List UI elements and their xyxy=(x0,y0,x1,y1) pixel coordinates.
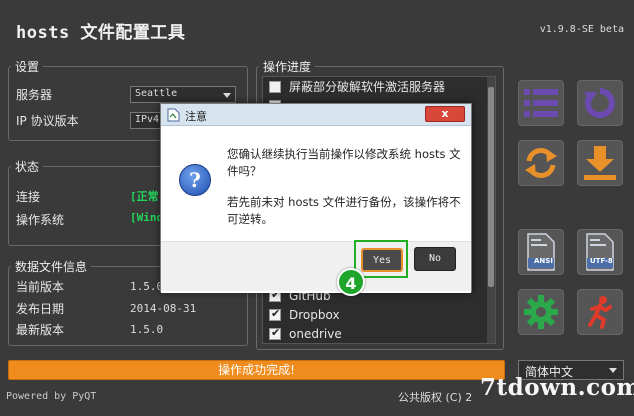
os-label: 操作系统 xyxy=(16,213,65,227)
operation-label: onedrive xyxy=(289,326,342,341)
list-icon xyxy=(524,89,558,117)
utf8-label: UTF-8 xyxy=(590,257,613,265)
server-label: 服务器 xyxy=(16,88,53,102)
operation-label: 屏蔽部分破解软件激活服务器 xyxy=(289,80,446,94)
ip-version-select-value: IPv4 xyxy=(135,114,160,125)
yes-button-highlight: Yes xyxy=(354,240,408,278)
chevron-down-icon xyxy=(609,368,617,373)
server-select-value: Seattle xyxy=(135,88,178,99)
connection-label: 连接 xyxy=(16,190,41,204)
running-man-icon xyxy=(588,296,612,329)
settings-legend: 设置 xyxy=(15,60,40,74)
watermark: 7tdown.com xyxy=(480,374,634,401)
operation-label: Dropbox xyxy=(289,307,340,322)
restore-button[interactable] xyxy=(577,80,623,126)
datafile-legend: 数据文件信息 xyxy=(15,260,88,274)
dialog-message-warning: 若先前未对 hosts 文件进行备份，该操作将不可逆转。 xyxy=(227,195,461,226)
dialog-message-confirm: 您确认继续执行当前操作以修改系统 hosts 文件吗？ xyxy=(227,147,461,178)
progress-bar: 操作成功完成! xyxy=(8,360,505,380)
operations-scrollbar[interactable] xyxy=(487,77,495,343)
file-utf8-icon xyxy=(586,233,614,271)
license-text: 公共版权 (C) 2 xyxy=(398,391,473,404)
operation-item[interactable]: onedrive xyxy=(263,324,495,343)
app-title: hosts 文件配置工具 xyxy=(16,23,186,43)
gear-icon xyxy=(524,295,558,329)
latest-version-label: 最新版本 xyxy=(16,323,65,337)
restore-icon xyxy=(584,88,615,118)
close-button[interactable]: x xyxy=(425,106,465,122)
question-icon: ? xyxy=(179,164,211,196)
exit-button[interactable] xyxy=(577,289,623,335)
yes-button[interactable]: Yes xyxy=(361,248,403,272)
list-button[interactable] xyxy=(518,80,564,126)
file-ansi-icon xyxy=(527,233,555,271)
download-icon xyxy=(584,146,616,180)
step-badge: 4 xyxy=(337,268,365,296)
server-select[interactable]: Seattle xyxy=(130,86,236,103)
operation-item[interactable]: Dropbox xyxy=(263,305,495,324)
download-button[interactable] xyxy=(577,140,623,186)
refresh-icon xyxy=(525,148,557,178)
operation-checkbox[interactable] xyxy=(269,307,281,321)
status-legend: 状态 xyxy=(15,160,40,174)
operation-checkbox[interactable] xyxy=(269,80,281,93)
settings-button[interactable] xyxy=(518,289,564,335)
operations-legend: 操作进度 xyxy=(263,60,312,74)
current-version-value: 1.5.0 xyxy=(130,280,164,293)
dialog-title: 注意 xyxy=(185,110,207,123)
release-date-label: 发布日期 xyxy=(16,302,65,316)
confirm-dialog: 注意 x ? 您确认继续执行当前操作以修改系统 hosts 文件吗？ 若先前未对… xyxy=(160,103,472,293)
operation-item[interactable]: 屏蔽部分破解软件激活服务器 xyxy=(263,77,495,96)
save-utf8-button[interactable]: UTF-8 xyxy=(577,229,623,275)
operation-checkbox[interactable] xyxy=(269,326,281,340)
app-version: v1.9.8-SE beta xyxy=(539,24,624,35)
save-ansi-button[interactable]: ANSI xyxy=(518,229,564,275)
dialog-titlebar[interactable]: 注意 x xyxy=(161,104,471,126)
current-version-label: 当前版本 xyxy=(16,280,65,294)
powered-by: Powered by PyQT xyxy=(6,391,97,402)
document-icon xyxy=(167,108,180,122)
scrollbar-thumb[interactable] xyxy=(488,87,494,287)
close-icon: x xyxy=(441,107,449,120)
ansi-label: ANSI xyxy=(534,257,553,265)
release-date-value: 2014-08-31 xyxy=(130,302,197,315)
latest-version-value: 1.5.0 xyxy=(130,323,164,336)
ip-version-label: IP 协议版本 xyxy=(16,114,79,128)
no-button[interactable]: No xyxy=(414,247,456,271)
refresh-button[interactable] xyxy=(518,140,564,186)
chevron-down-icon xyxy=(223,93,231,98)
